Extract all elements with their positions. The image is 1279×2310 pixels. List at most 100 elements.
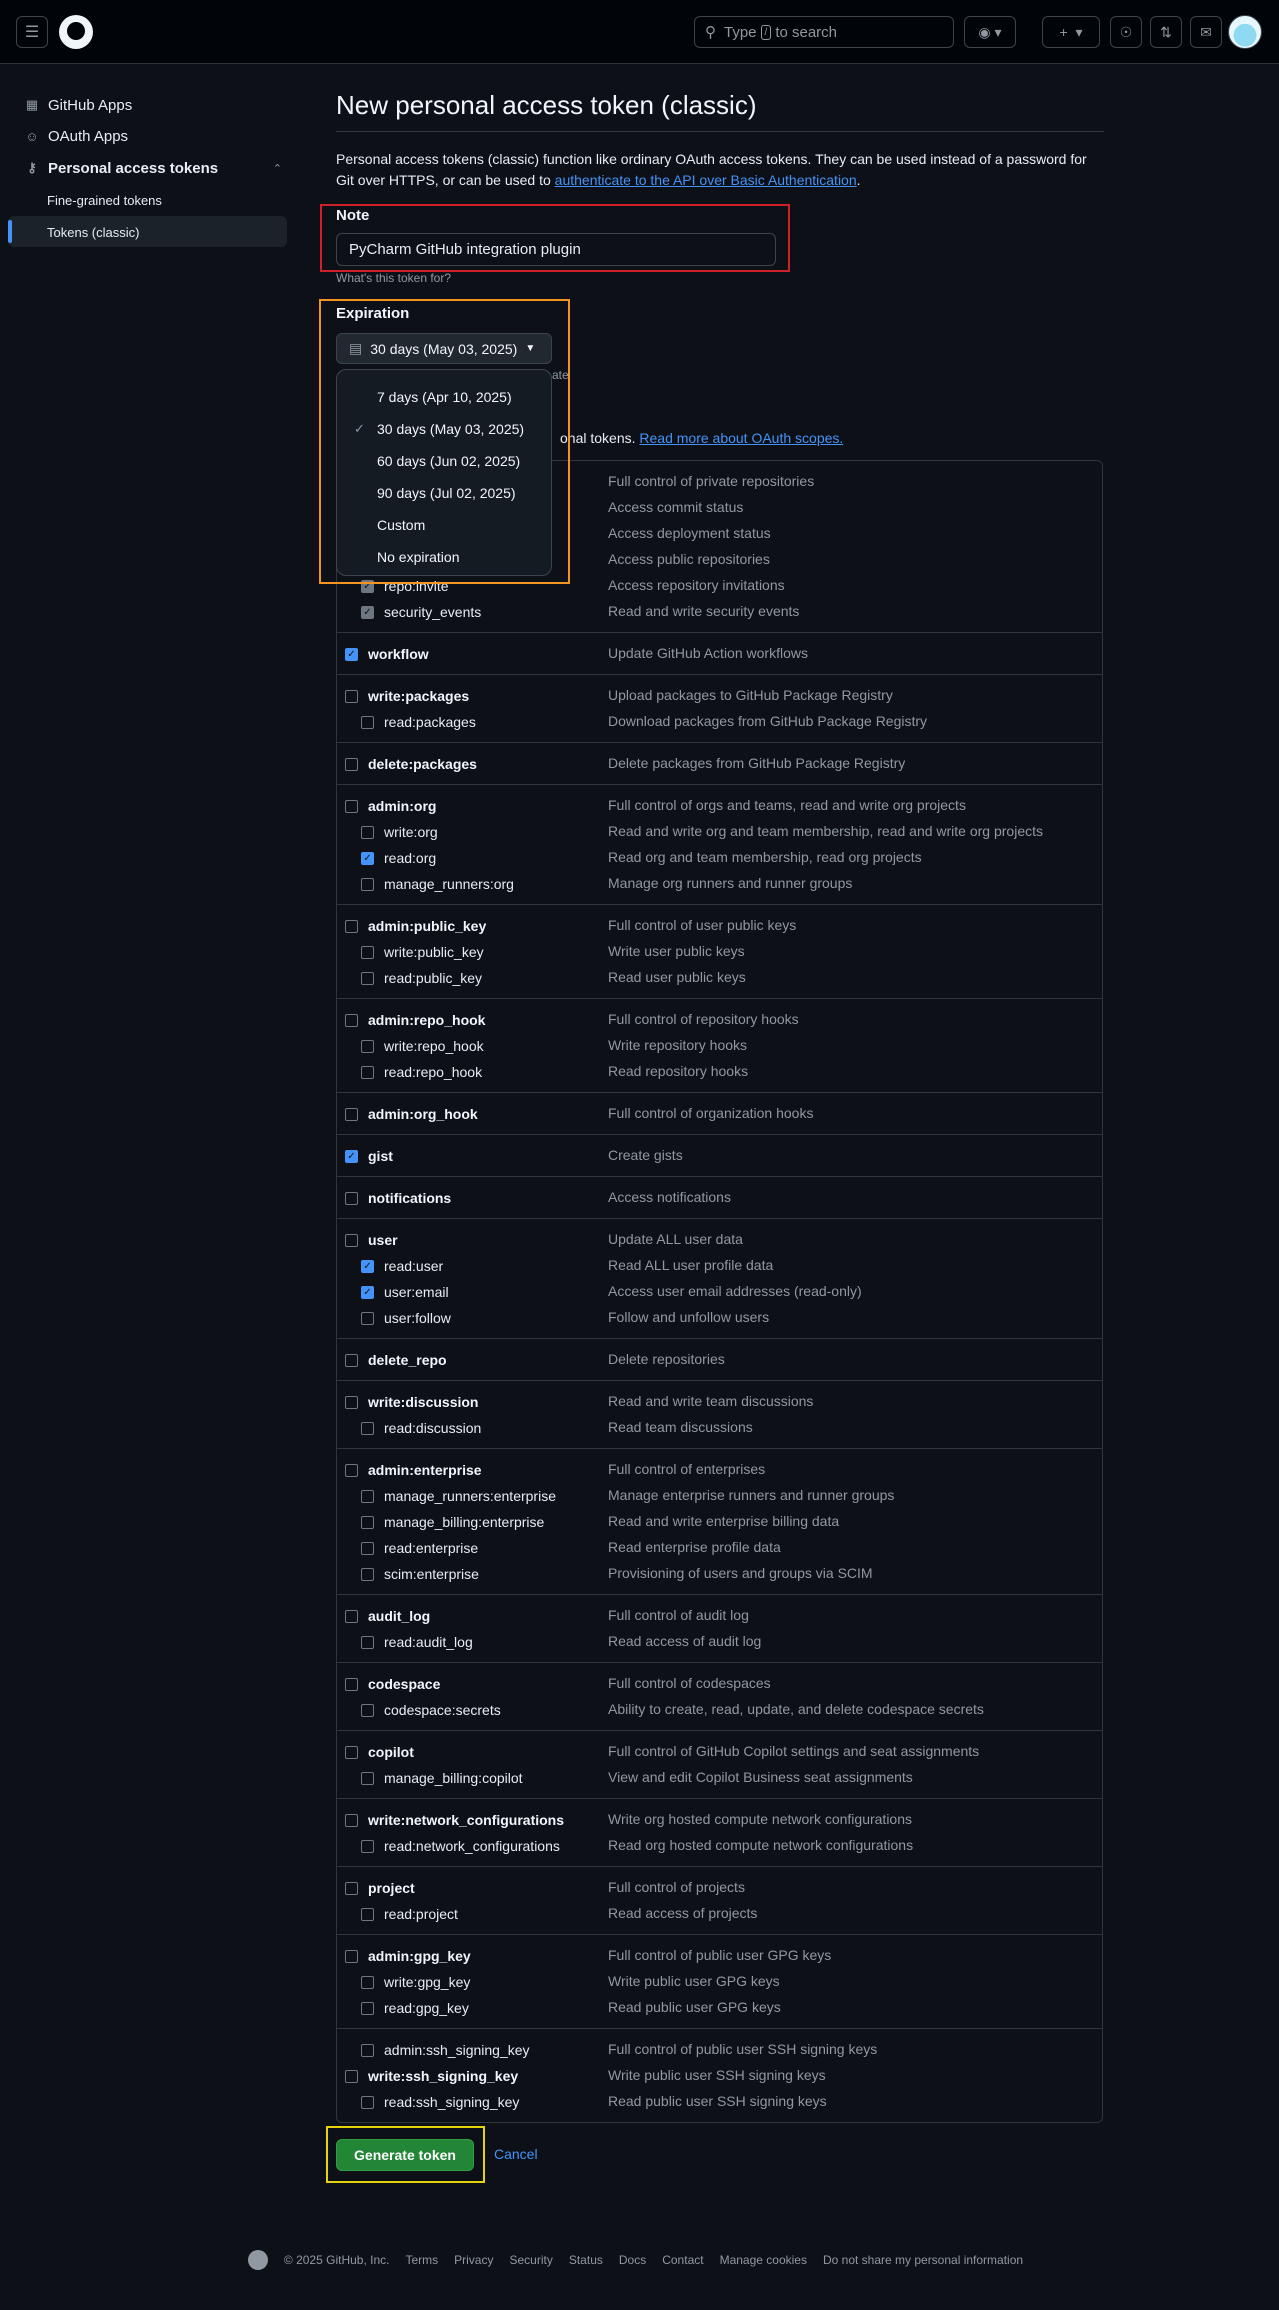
scope-row[interactable]: ✓ user:email xyxy=(361,1279,449,1305)
scope-row[interactable]: read:gpg_key xyxy=(361,1995,469,2021)
sidebar-item-fine-grained-tokens[interactable]: Fine-grained tokens xyxy=(47,185,162,215)
scope-row[interactable]: delete:packages xyxy=(345,751,477,777)
scope-checkbox[interactable]: ✓ xyxy=(361,851,374,865)
scope-checkbox[interactable] xyxy=(361,1311,374,1325)
scope-checkbox[interactable] xyxy=(345,689,358,703)
copilot-button[interactable]: ◉ ▾ xyxy=(964,16,1016,48)
scope-row[interactable]: user:follow xyxy=(361,1305,451,1331)
scope-row[interactable]: user xyxy=(345,1227,398,1253)
scope-row[interactable]: write:gpg_key xyxy=(361,1969,470,1995)
footer-link-terms[interactable]: Terms xyxy=(405,2253,438,2267)
scope-row[interactable]: write:packages xyxy=(345,683,469,709)
scope-row[interactable]: scim:enterprise xyxy=(361,1561,479,1587)
scope-checkbox[interactable]: ✓ xyxy=(345,647,358,661)
scope-row[interactable]: write:org xyxy=(361,819,438,845)
scope-row[interactable]: write:ssh_signing_key xyxy=(345,2063,518,2089)
scope-checkbox[interactable] xyxy=(361,945,374,959)
scope-row[interactable]: ✓ read:user xyxy=(361,1253,443,1279)
scope-row[interactable]: admin:org_hook xyxy=(345,1101,478,1127)
scope-checkbox[interactable] xyxy=(361,2001,374,2015)
scope-checkbox[interactable] xyxy=(361,1703,374,1717)
search-input[interactable]: ⚲ Type / to search xyxy=(694,16,954,48)
scope-row[interactable]: audit_log xyxy=(345,1603,430,1629)
scope-row[interactable]: ✓ read:org xyxy=(361,845,436,871)
scope-row[interactable]: write:public_key xyxy=(361,939,484,965)
scope-row[interactable]: copilot xyxy=(345,1739,414,1765)
scope-checkbox[interactable] xyxy=(361,1975,374,1989)
scope-checkbox[interactable] xyxy=(345,1881,358,1895)
scope-checkbox[interactable] xyxy=(345,757,358,771)
scope-checkbox[interactable] xyxy=(361,1489,374,1503)
scope-checkbox[interactable]: ✓ xyxy=(361,1285,374,1299)
footer-link-manage-cookies[interactable]: Manage cookies xyxy=(720,2253,807,2267)
scope-checkbox[interactable] xyxy=(345,1463,358,1477)
scope-row[interactable]: notifications xyxy=(345,1185,451,1211)
scope-checkbox[interactable] xyxy=(345,1745,358,1759)
sidebar-item-oauth-apps[interactable]: ☺ OAuth Apps xyxy=(24,121,128,151)
scope-checkbox[interactable] xyxy=(345,1949,358,1963)
scope-row[interactable]: manage_billing:copilot xyxy=(361,1765,523,1791)
scope-row[interactable]: delete_repo xyxy=(345,1347,447,1373)
scope-row[interactable]: admin:public_key xyxy=(345,913,486,939)
scope-row[interactable]: read:network_configurations xyxy=(361,1833,560,1859)
scope-row[interactable]: ✓ gist xyxy=(345,1143,393,1169)
github-logo-icon[interactable] xyxy=(59,15,93,49)
scope-row[interactable]: write:repo_hook xyxy=(361,1033,484,1059)
menu-button[interactable]: ☰ xyxy=(16,16,48,48)
scope-row[interactable]: admin:gpg_key xyxy=(345,1943,471,1969)
scope-row[interactable]: read:repo_hook xyxy=(361,1059,482,1085)
scope-checkbox[interactable] xyxy=(361,1635,374,1649)
scope-row[interactable]: ✓ workflow xyxy=(345,641,429,667)
scope-checkbox[interactable] xyxy=(361,2095,374,2109)
footer-link-status[interactable]: Status xyxy=(569,2253,603,2267)
scope-row[interactable]: codespace:secrets xyxy=(361,1697,501,1723)
issues-button[interactable]: ☉ xyxy=(1110,16,1142,48)
scope-checkbox[interactable] xyxy=(345,1233,358,1247)
scope-checkbox[interactable] xyxy=(345,1395,358,1409)
footer-link-privacy[interactable]: Privacy xyxy=(454,2253,493,2267)
scope-checkbox[interactable] xyxy=(345,1609,358,1623)
scope-row[interactable]: write:network_configurations xyxy=(345,1807,564,1833)
avatar[interactable] xyxy=(1228,15,1262,49)
scope-row[interactable]: read:audit_log xyxy=(361,1629,473,1655)
footer-link-docs[interactable]: Docs xyxy=(619,2253,646,2267)
scope-row[interactable]: read:ssh_signing_key xyxy=(361,2089,519,2115)
scope-checkbox[interactable] xyxy=(361,1421,374,1435)
scope-checkbox[interactable] xyxy=(361,1839,374,1853)
scope-checkbox[interactable] xyxy=(345,919,358,933)
scope-row[interactable]: read:packages xyxy=(361,709,476,735)
scope-row[interactable]: manage_runners:org xyxy=(361,871,514,897)
scope-checkbox[interactable] xyxy=(361,1039,374,1053)
scope-row[interactable]: read:discussion xyxy=(361,1415,481,1441)
scope-checkbox[interactable] xyxy=(345,2069,358,2083)
basic-auth-link[interactable]: authenticate to the API over Basic Authe… xyxy=(555,172,857,188)
footer-link-contact[interactable]: Contact xyxy=(662,2253,703,2267)
scope-checkbox[interactable]: ✓ xyxy=(345,1149,358,1163)
scope-checkbox[interactable] xyxy=(345,1813,358,1827)
scope-row[interactable]: manage_billing:enterprise xyxy=(361,1509,544,1535)
scope-row[interactable]: project xyxy=(345,1875,415,1901)
sidebar-item-personal-access-tokens[interactable]: ⚷ Personal access tokens ⌃ xyxy=(24,153,282,183)
scope-checkbox[interactable] xyxy=(361,1541,374,1555)
scope-row[interactable]: admin:repo_hook xyxy=(345,1007,485,1033)
footer-link-security[interactable]: Security xyxy=(509,2253,552,2267)
scope-row[interactable]: read:enterprise xyxy=(361,1535,478,1561)
scope-checkbox[interactable] xyxy=(345,1107,358,1121)
scope-checkbox[interactable] xyxy=(345,1013,358,1027)
scope-checkbox[interactable] xyxy=(361,877,374,891)
scope-row[interactable]: read:project xyxy=(361,1901,458,1927)
sidebar-item-github-apps[interactable]: ▦ GitHub Apps xyxy=(24,90,132,120)
scope-row[interactable]: manage_runners:enterprise xyxy=(361,1483,556,1509)
scope-row[interactable]: write:discussion xyxy=(345,1389,478,1415)
scope-row[interactable]: read:public_key xyxy=(361,965,482,991)
scope-checkbox[interactable] xyxy=(345,1677,358,1691)
footer-link-do-not-share[interactable]: Do not share my personal information xyxy=(823,2253,1023,2267)
scope-row[interactable]: admin:enterprise xyxy=(345,1457,482,1483)
scope-checkbox[interactable] xyxy=(361,1065,374,1079)
scope-checkbox[interactable] xyxy=(345,1353,358,1367)
scope-checkbox[interactable]: ✓ xyxy=(361,605,374,619)
scope-row[interactable]: admin:org xyxy=(345,793,436,819)
scope-checkbox[interactable]: ✓ xyxy=(361,1259,374,1273)
scope-row[interactable]: admin:ssh_signing_key xyxy=(361,2037,530,2063)
scope-checkbox[interactable] xyxy=(345,1191,358,1205)
